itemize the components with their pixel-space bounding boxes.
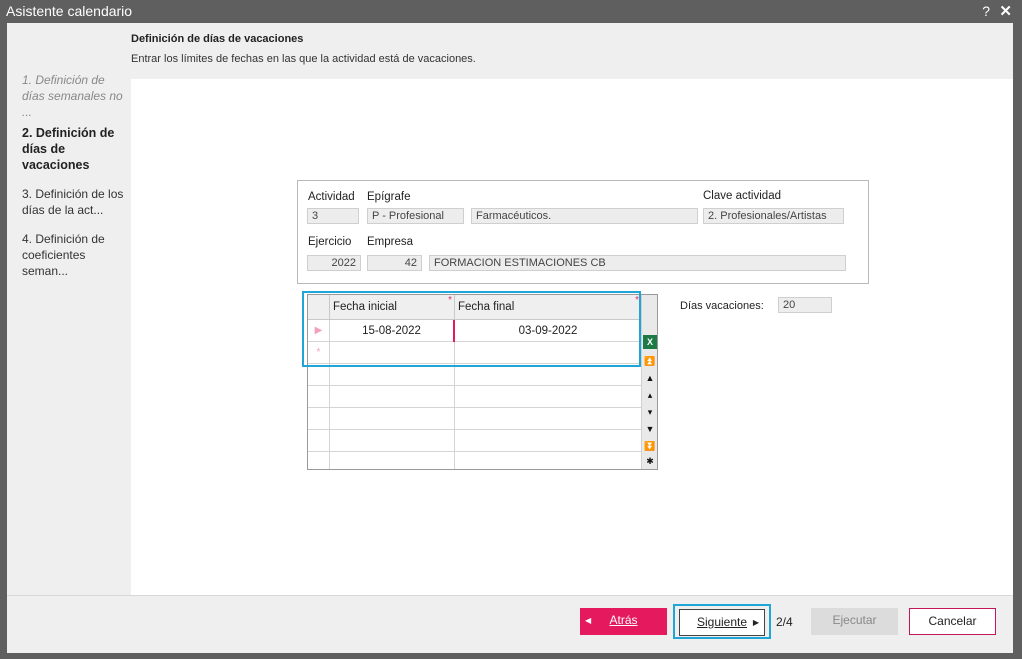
focus-highlight (302, 291, 641, 367)
step-3[interactable]: 3. Definición de los días de la act... (22, 186, 127, 218)
dialog-client: 1. Definición de días semanales no ... 2… (7, 23, 1013, 653)
step-4[interactable]: 4. Definición de coeficientes seman... (22, 231, 127, 279)
ejercicio-field: 2022 (307, 255, 361, 271)
epigrafe-code-field: P - Profesional (367, 208, 464, 224)
window-title: Asistente calendario (6, 3, 133, 19)
page-indicator: 2/4 (776, 615, 793, 629)
empty-row (308, 408, 641, 430)
help-icon[interactable]: ? (982, 3, 990, 19)
chevron-right-icon: ▶ (752, 618, 759, 627)
actividad-label: Actividad (308, 191, 355, 203)
cell-empty (455, 364, 641, 386)
new-record-icon[interactable]: ✱ (642, 453, 658, 470)
empty-row (308, 430, 641, 452)
prev-page-icon[interactable]: ▲ (642, 370, 658, 387)
cell-empty (330, 430, 455, 452)
back-button[interactable]: ◀ Atrás (580, 608, 667, 635)
empty-row (308, 452, 641, 469)
cell-empty (455, 408, 641, 430)
first-record-icon[interactable]: ⏫ (642, 353, 658, 370)
back-button-label: Atrás (609, 613, 638, 627)
row-selector (308, 452, 330, 469)
cancel-button[interactable]: Cancelar (909, 608, 996, 635)
execute-button[interactable]: Ejecutar (811, 608, 898, 635)
next-record-icon[interactable]: ▾ (642, 404, 658, 421)
ejercicio-label: Ejercicio (308, 236, 352, 248)
step-header: Definición de días de vacaciones Entrar … (131, 23, 1013, 79)
next-page-icon[interactable]: ▼ (642, 421, 658, 438)
empty-row (308, 386, 641, 408)
cell-empty (455, 386, 641, 408)
chevron-left-icon: ◀ (585, 616, 592, 625)
next-button[interactable]: Siguiente ▶ (679, 609, 765, 636)
step-1[interactable]: 1. Definición de días semanales no ... (22, 72, 127, 120)
wizard-steps: 1. Definición de días semanales no ... 2… (7, 23, 131, 595)
cell-empty (330, 452, 455, 469)
clave-actividad-field: 2. Profesionales/Artistas (703, 208, 844, 224)
title-bar: Asistente calendario ? ✕ (0, 0, 1022, 23)
grid-navigator: X ⏫ ▲ ▴ ▾ ▼ ⏬ ✱ (641, 295, 657, 469)
empresa-name-field: FORMACION ESTIMACIONES CB (429, 255, 846, 271)
dias-vacaciones-field: 20 (778, 297, 832, 313)
excel-icon[interactable]: X (643, 335, 657, 349)
cell-empty (455, 452, 641, 469)
row-selector (308, 386, 330, 408)
step-title: Definición de días de vacaciones (131, 33, 304, 45)
empresa-code-field: 42 (367, 255, 422, 271)
step-content: Actividad Epígrafe Clave actividad 3 P -… (131, 79, 1013, 595)
close-icon[interactable]: ✕ (999, 2, 1012, 20)
next-button-label: Siguiente (696, 615, 748, 629)
cell-empty (330, 408, 455, 430)
cell-empty (455, 430, 641, 452)
empresa-label: Empresa (367, 236, 414, 248)
epigrafe-label: Epígrafe (367, 191, 411, 203)
row-selector (308, 430, 330, 452)
step-2[interactable]: 2. Definición de días de vacaciones (22, 125, 127, 173)
step-subtitle: Entrar los límites de fechas en las que … (131, 53, 476, 65)
epigrafe-desc-field: Farmacéuticos. (471, 208, 698, 224)
row-selector (308, 364, 330, 386)
activity-info-box: Actividad Epígrafe Clave actividad 3 P -… (297, 180, 869, 284)
wizard-footer: ◀ Atrás Siguiente ▶ 2/4 Ejecutar Cancela… (7, 595, 1013, 653)
dias-vacaciones-label: Días vacaciones: (680, 300, 764, 312)
empty-row (308, 364, 641, 386)
cell-empty (330, 364, 455, 386)
dialog-window: Asistente calendario ? ✕ 1. Definición d… (0, 0, 1022, 659)
actividad-field: 3 (307, 208, 359, 224)
cell-empty (330, 386, 455, 408)
prev-record-icon[interactable]: ▴ (642, 387, 658, 404)
clave-actividad-label: Clave actividad (703, 190, 781, 202)
row-selector (308, 408, 330, 430)
